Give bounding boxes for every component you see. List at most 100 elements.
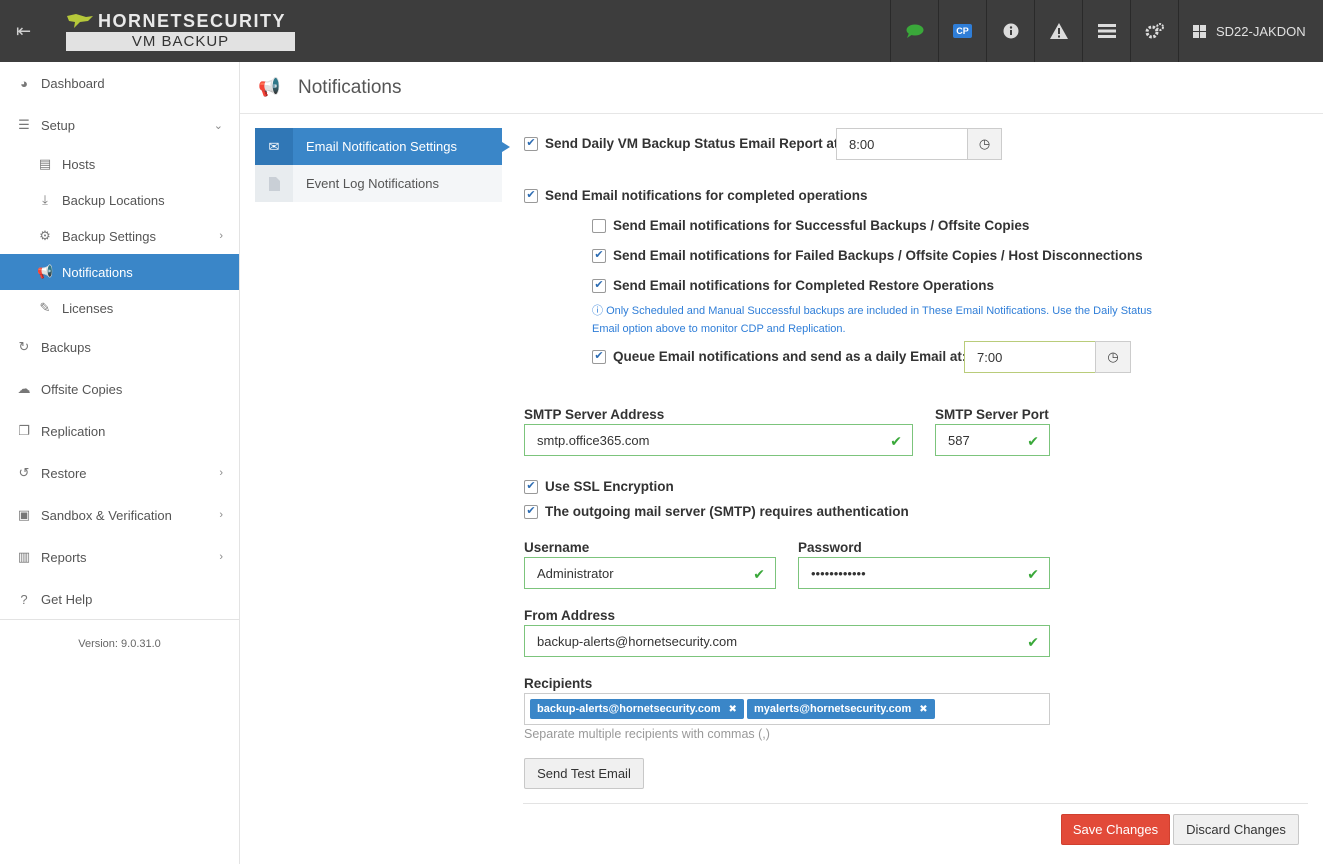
recipient-tag: myalerts@hornetsecurity.com ✖: [747, 699, 935, 719]
sidebar-item-hosts[interactable]: ▤ Hosts: [0, 146, 239, 182]
info-icon[interactable]: [986, 0, 1034, 62]
checkbox-box[interactable]: ✔: [524, 504, 538, 519]
checkbox-box[interactable]: ✔: [524, 136, 538, 151]
daily-report-checkbox[interactable]: ✔ Send Daily VM Backup Status Email Repo…: [524, 136, 838, 151]
daily-report-time-input[interactable]: 8:00: [836, 128, 968, 160]
megaphone-icon: 📢: [258, 77, 281, 97]
cp-icon[interactable]: CP: [938, 0, 986, 62]
clock-icon[interactable]: ◷: [967, 128, 1002, 160]
sidebar-item-label: Dashboard: [41, 75, 105, 91]
hornet-logo-icon: [67, 14, 93, 28]
tab-label: Email Notification Settings: [306, 139, 458, 154]
recipients-hint: Separate multiple recipients with commas…: [524, 727, 770, 741]
smtp-address-input[interactable]: smtp.office365.com ✔: [524, 424, 913, 456]
smtp-port-input[interactable]: 587 ✔: [935, 424, 1050, 456]
footer-divider: [523, 803, 1308, 804]
checkbox-box[interactable]: ✔: [592, 278, 606, 293]
smtp-address-label: SMTP Server Address: [524, 407, 665, 422]
ssl-checkbox[interactable]: ✔ Use SSL Encryption: [524, 479, 674, 494]
completed-ops-checkbox[interactable]: ✔ Send Email notifications for completed…: [524, 188, 868, 203]
cogs-icon: ⚙: [39, 228, 51, 243]
sidebar-item-dashboard[interactable]: ◕ Dashboard: [0, 65, 239, 101]
sidebar-item-setup[interactable]: ☰ Setup ⌄: [0, 107, 239, 143]
chevron-right-icon: ›: [219, 551, 223, 563]
version-text: Version: 9.0.31.0: [78, 638, 161, 650]
file-icon: [255, 165, 293, 202]
check-icon: ✔: [753, 566, 765, 582]
tab-event-log-notifications[interactable]: Event Log Notifications: [255, 165, 502, 202]
menu-collapse-icon[interactable]: ⇤: [0, 0, 47, 62]
sidebar: ◕ Dashboard ☰ Setup ⌄ ▤ Hosts ⤓ Backup L…: [0, 62, 240, 864]
sidebar-item-backup-settings[interactable]: ⚙ Backup Settings ›: [0, 218, 239, 254]
checkbox-box[interactable]: ✔: [592, 248, 606, 263]
sidebar-item-backups[interactable]: ↻ Backups: [0, 329, 239, 365]
sidebar-item-restore[interactable]: ↺ Restore ›: [0, 455, 239, 491]
password-input[interactable]: •••••••••••• ✔: [798, 557, 1050, 589]
sidebar-item-replication[interactable]: ❐ Replication: [0, 413, 239, 449]
sidebar-item-offsite-copies[interactable]: ☁ Offsite Copies: [0, 371, 239, 407]
restore-ops-checkbox[interactable]: ✔ Send Email notifications for Completed…: [592, 278, 994, 293]
smtp-port-label: SMTP Server Port: [935, 407, 1049, 422]
checkbox-box[interactable]: ✔: [524, 479, 538, 494]
info-circle-icon: ⓘ: [592, 305, 607, 317]
sidebar-item-label: Offsite Copies: [41, 381, 123, 397]
username-input[interactable]: Administrator ✔: [524, 557, 776, 589]
discard-changes-button[interactable]: Discard Changes: [1173, 814, 1299, 845]
queue-time-input[interactable]: 7:00: [964, 341, 1096, 373]
list-icon: ▤: [38, 156, 52, 171]
sidebar-item-reports[interactable]: ▥ Reports ›: [0, 539, 239, 575]
sidebar-item-notifications[interactable]: 📢 Notifications: [0, 254, 239, 290]
sidebar-item-label: Hosts: [62, 156, 96, 172]
chevron-down-icon: ⌄: [213, 119, 223, 132]
check-icon: ✔: [1027, 566, 1039, 582]
checkbox-box[interactable]: ✔: [524, 188, 538, 203]
successful-backups-checkbox[interactable]: Send Email notifications for Successful …: [592, 218, 1029, 233]
checkbox-box[interactable]: ✔: [592, 349, 606, 364]
cp-badge: CP: [953, 24, 972, 38]
sidebar-item-sandbox-verification[interactable]: ▣ Sandbox & Verification ›: [0, 497, 239, 533]
clock-icon[interactable]: ◷: [1095, 341, 1131, 373]
chat-icon[interactable]: [890, 0, 938, 62]
save-changes-button[interactable]: Save Changes: [1061, 814, 1170, 845]
sidebar-item-licenses[interactable]: ✎ Licenses: [0, 290, 239, 326]
successful-backups-label: Send Email notifications for Successful …: [613, 218, 1030, 233]
sidebar-divider: [0, 619, 239, 620]
sidebar-item-label: Sandbox & Verification: [41, 507, 172, 523]
copy-icon: ❐: [18, 423, 30, 438]
edit-icon: ✎: [39, 300, 51, 315]
remove-icon[interactable]: ✖: [729, 704, 737, 715]
sidebar-item-label: Setup: [41, 117, 75, 133]
sidebar-item-label: Licenses: [62, 300, 114, 316]
sidebar-item-get-help[interactable]: ? Get Help: [0, 581, 239, 617]
tab-label: Event Log Notifications: [306, 176, 439, 191]
bar-chart-icon: ▥: [17, 549, 31, 564]
undo-icon: ↺: [18, 465, 30, 480]
info-note-line1: Only Scheduled and Manual Successful bac…: [606, 305, 1152, 317]
from-address-value: backup-alerts@hornetsecurity.com: [537, 633, 738, 649]
page-header: 📢 Notifications: [240, 62, 1323, 114]
queue-checkbox[interactable]: ✔ Queue Email notifications and send as …: [592, 349, 966, 364]
sliders-icon: ☰: [18, 117, 30, 132]
checkbox-box[interactable]: [592, 218, 606, 233]
tab-email-notification-settings[interactable]: ✉ Email Notification Settings: [255, 128, 510, 165]
list-icon[interactable]: [1082, 0, 1130, 62]
server-selector[interactable]: SD22-JAKDON: [1178, 0, 1323, 62]
sidebar-item-label: Get Help: [41, 591, 93, 607]
check-icon: ✔: [890, 433, 902, 449]
failed-backups-checkbox[interactable]: ✔ Send Email notifications for Failed Ba…: [592, 248, 1143, 263]
daily-report-label: Send Daily VM Backup Status Email Report…: [545, 136, 839, 151]
auth-checkbox[interactable]: ✔ The outgoing mail server (SMTP) requir…: [524, 504, 909, 519]
remove-icon[interactable]: ✖: [919, 704, 927, 715]
from-address-input[interactable]: backup-alerts@hornetsecurity.com ✔: [524, 625, 1050, 657]
sidebar-item-label: Restore: [41, 465, 87, 481]
sidebar-item-backup-locations[interactable]: ⤓ Backup Locations: [0, 182, 239, 218]
sidebar-item-label: Backup Settings: [62, 228, 156, 244]
send-test-email-button[interactable]: Send Test Email: [524, 758, 644, 789]
cloud-upload-icon: ☁: [17, 381, 31, 396]
logo-bottom-text: VM BACKUP: [66, 32, 295, 51]
cogs-icon[interactable]: [1130, 0, 1178, 62]
windows-icon: [1193, 24, 1206, 38]
queue-label: Queue Email notifications and send as a …: [613, 349, 967, 364]
warning-icon[interactable]: [1034, 0, 1082, 62]
smtp-address-value: smtp.office365.com: [537, 432, 650, 448]
